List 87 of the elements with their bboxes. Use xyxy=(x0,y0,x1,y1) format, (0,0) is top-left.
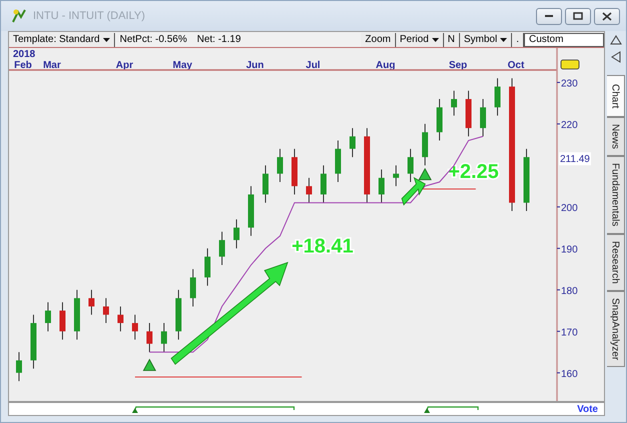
candlestick xyxy=(103,298,109,324)
candlestick xyxy=(88,289,94,316)
month-label: Aug xyxy=(376,60,396,71)
candlestick xyxy=(422,123,428,166)
maximize-icon xyxy=(573,12,583,20)
side-tab[interactable]: News xyxy=(606,117,624,156)
candlestick xyxy=(393,164,399,187)
scroll-up-icon[interactable] xyxy=(610,35,622,45)
candlestick xyxy=(451,90,457,116)
candlestick xyxy=(219,231,225,266)
price-tick-label: 200 xyxy=(561,202,578,214)
candlestick xyxy=(466,90,472,137)
side-tab[interactable]: SnapAnalyzer xyxy=(606,290,624,367)
side-tab[interactable]: Fundamentals xyxy=(606,156,624,234)
symbol-dropdown[interactable]: Symbol xyxy=(460,32,512,46)
period-dropdown[interactable]: Period xyxy=(396,32,444,46)
candlestick xyxy=(146,322,152,353)
side-tab[interactable]: Chart xyxy=(606,75,624,118)
arrow-icon xyxy=(401,177,426,206)
candlestick xyxy=(234,218,240,249)
candlestick xyxy=(176,289,182,340)
candlestick xyxy=(16,352,22,382)
arrow-icon xyxy=(170,262,288,365)
scroll-left-icon[interactable] xyxy=(610,51,620,63)
month-label: Jul xyxy=(306,60,320,71)
candlestick xyxy=(524,148,530,212)
candlestick xyxy=(118,306,124,332)
app-logo-icon xyxy=(11,8,27,24)
year-label: 2018 xyxy=(13,49,36,60)
candlestick xyxy=(248,186,254,236)
custom-field[interactable]: Custom xyxy=(524,32,604,46)
price-tick-label: 190 xyxy=(561,244,578,256)
month-label: Mar xyxy=(43,60,61,71)
side-tab[interactable]: Research xyxy=(606,234,624,291)
dot-button[interactable]: . xyxy=(512,32,524,46)
month-label: May xyxy=(172,60,192,71)
zoom-button[interactable]: Zoom xyxy=(361,32,396,46)
price-tick-label: 220 xyxy=(561,120,578,131)
close-icon xyxy=(602,12,612,20)
month-label: Jun xyxy=(246,60,264,71)
candlestick xyxy=(494,78,500,116)
candlestick xyxy=(480,98,486,137)
gain-label: +2.25 xyxy=(448,160,499,183)
price-tick-label: 160 xyxy=(561,368,578,380)
candlestick xyxy=(262,164,268,204)
minimize-button[interactable] xyxy=(536,8,562,24)
month-label: Apr xyxy=(116,60,134,71)
candlestick xyxy=(320,164,326,204)
candlestick xyxy=(204,248,210,286)
entry-triangle-icon xyxy=(142,358,156,371)
caret-icon xyxy=(102,38,110,42)
close-button[interactable] xyxy=(594,8,620,24)
window-title: INTU - INTUIT (DAILY) xyxy=(33,10,146,22)
last-price-tag: 211.49 xyxy=(559,152,591,166)
n-button[interactable]: N xyxy=(444,32,460,46)
price-marker-icon xyxy=(560,60,580,70)
net-label: Net: -1.19 xyxy=(196,34,242,45)
candlestick xyxy=(161,322,167,353)
template-dropdown[interactable]: Template: Standard xyxy=(9,32,115,46)
month-label: Feb xyxy=(14,60,32,71)
caret-icon xyxy=(500,38,508,42)
candlestick xyxy=(45,302,51,332)
candlestick xyxy=(335,140,341,182)
candlestick xyxy=(132,314,138,340)
candlestick xyxy=(60,302,66,340)
candlestick xyxy=(292,148,298,195)
price-tick-label: 170 xyxy=(561,327,578,338)
month-label: Sep xyxy=(448,60,468,71)
candlestick xyxy=(190,268,196,307)
price-tick-label: 230 xyxy=(561,78,578,90)
candlestick xyxy=(74,289,80,340)
entry-triangle-icon xyxy=(418,168,432,180)
maximize-button[interactable] xyxy=(565,8,591,24)
candlestick xyxy=(306,177,312,204)
candlestick xyxy=(277,148,283,182)
candlestick xyxy=(378,169,384,204)
gain-label: +18.41 xyxy=(292,236,354,258)
candlestick xyxy=(30,314,36,370)
price-tick-label: 180 xyxy=(561,286,578,297)
candlestick xyxy=(408,148,414,182)
vote-label[interactable]: Vote xyxy=(577,404,598,414)
candlestick xyxy=(436,98,442,142)
month-label: Oct xyxy=(508,60,524,71)
trade-range-marker xyxy=(424,405,480,413)
caret-icon xyxy=(432,38,439,42)
net-pct-label: NetPct: -0.56% xyxy=(118,34,188,45)
candlestick xyxy=(350,128,356,158)
